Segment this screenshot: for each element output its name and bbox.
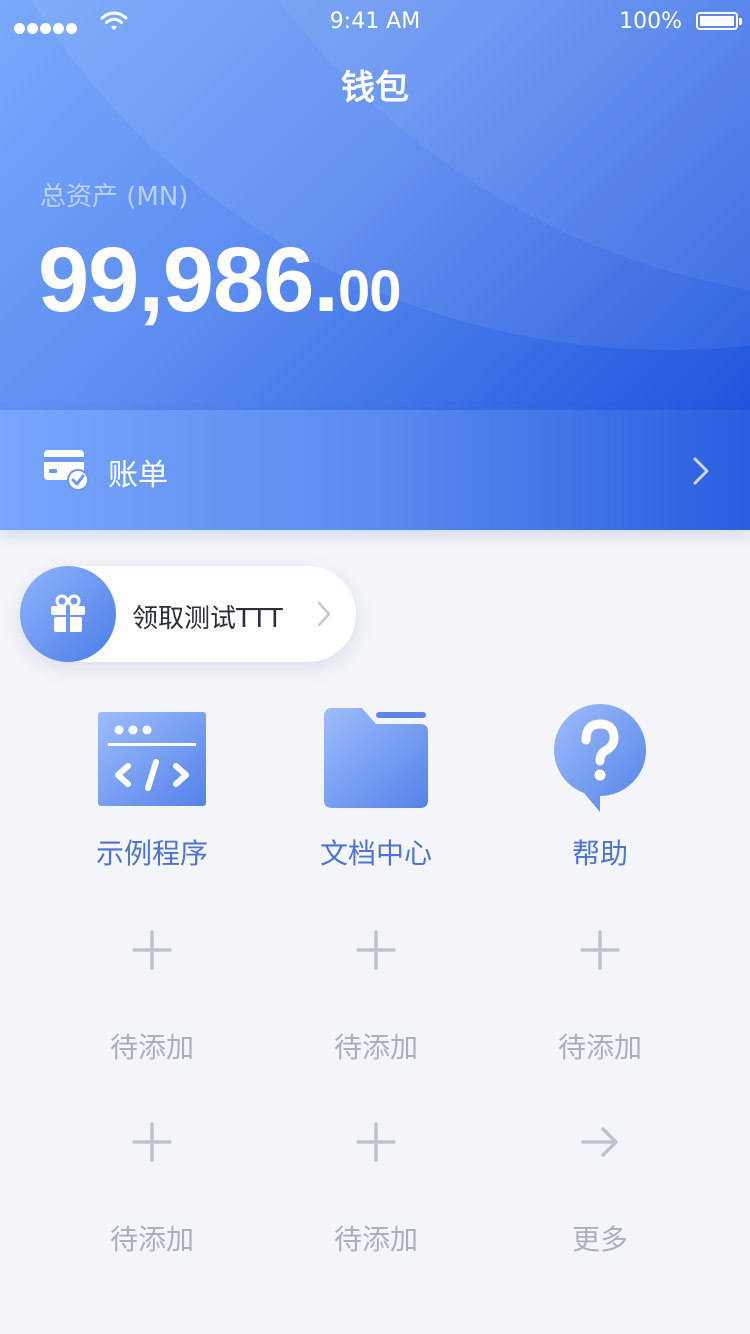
status-bar: 9:41 AM 100% — [0, 0, 750, 44]
grid-item-help[interactable]: 帮助 — [488, 700, 712, 880]
gift-icon — [48, 594, 88, 638]
battery-icon — [696, 12, 742, 30]
total-assets-amount: 99,986.00 — [38, 228, 402, 333]
code-window-icon — [98, 712, 206, 810]
arrow-right-icon — [580, 1122, 620, 1166]
grid-item-more[interactable]: 更多 — [488, 1112, 712, 1262]
grid-item-pending[interactable]: 待添加 — [264, 1112, 488, 1262]
grid-item-label: 待添加 — [109, 1223, 194, 1256]
grid-item-label: 待添加 — [333, 1223, 418, 1256]
grid-item-label: 待添加 — [557, 1031, 642, 1064]
plus-icon — [132, 930, 172, 974]
chevron-right-icon — [692, 456, 710, 490]
amount-decimal: 00 — [337, 259, 402, 324]
plus-icon — [132, 1122, 172, 1166]
promo-label: 领取测试TTT — [132, 604, 283, 634]
total-assets-label: 总资产 (MN) — [40, 182, 189, 212]
grid-item-label: 帮助 — [571, 837, 628, 870]
help-bubble-icon — [554, 704, 646, 818]
wallet-header: 9:41 AM 100% 钱包 总资产 (MN) 99,986.00 — [0, 0, 750, 410]
claim-test-token-button[interactable]: 领取测试TTT — [20, 566, 356, 662]
folder-icon — [324, 708, 428, 812]
grid-item-label: 文档中心 — [319, 837, 432, 870]
grid-item-label: 示例程序 — [95, 837, 208, 870]
grid-item-label: 待添加 — [109, 1031, 194, 1064]
plus-icon — [356, 1122, 396, 1166]
grid-item-docs-center[interactable]: 文档中心 — [264, 700, 488, 880]
grid-item-pending[interactable]: 待添加 — [488, 920, 712, 1070]
grid-item-pending[interactable]: 待添加 — [40, 920, 264, 1070]
grid-item-pending[interactable]: 待添加 — [40, 1112, 264, 1262]
amount-integer: 99,986. — [38, 229, 339, 331]
plus-icon — [356, 930, 396, 974]
grid-item-label: 更多 — [571, 1223, 628, 1256]
grid-item-label: 待添加 — [333, 1031, 418, 1064]
page-title: 钱包 — [341, 68, 409, 108]
bill-card-icon — [42, 444, 90, 496]
grid-item-sample-program[interactable]: 示例程序 — [40, 700, 264, 880]
grid-item-pending[interactable]: 待添加 — [264, 920, 488, 1070]
bill-label: 账单 — [108, 458, 168, 493]
plus-icon — [580, 930, 620, 974]
battery-percentage: 100% — [619, 9, 682, 34]
chevron-right-icon — [316, 600, 332, 632]
